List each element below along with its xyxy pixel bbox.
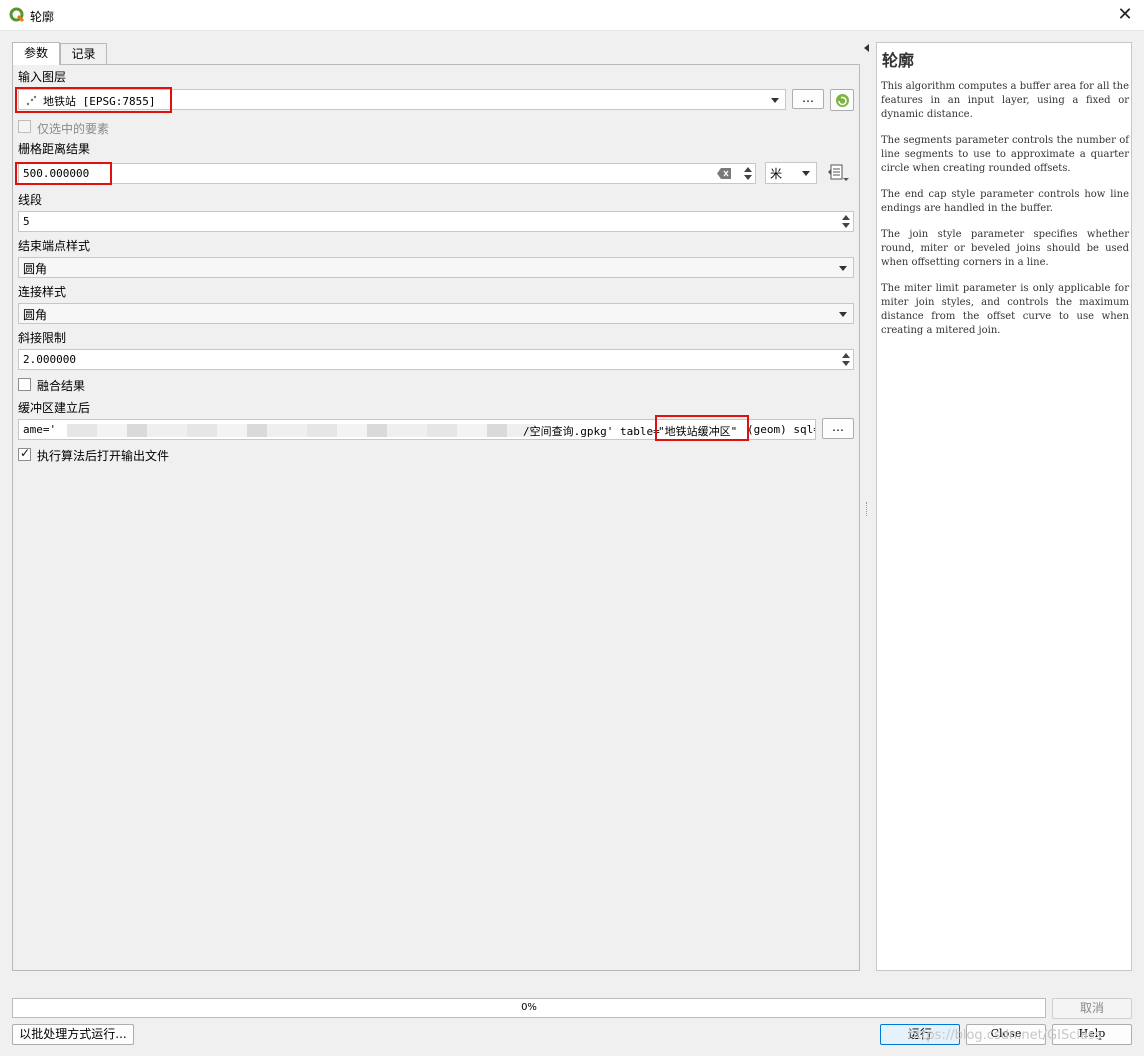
help-paragraph: The miter limit parameter is only applic… [881, 283, 1129, 336]
segments-spinner[interactable] [839, 213, 852, 230]
output-path-suffix: (geom) sql= [747, 423, 816, 436]
output-path-middle: /空间查询.gpkg' table= [523, 425, 660, 438]
segments-label: 线段 [18, 193, 43, 207]
checkmark-icon: ✓ [20, 446, 31, 460]
tab-log[interactable]: 记录 [60, 43, 107, 64]
end-cap-label: 结束端点样式 [18, 239, 91, 253]
input-layer-browse-button[interactable]: … [792, 89, 824, 109]
data-defined-override-icon[interactable] [827, 163, 851, 183]
qgis-logo-icon [9, 7, 25, 23]
splitter-handle[interactable] [866, 502, 868, 516]
highlight-box [15, 162, 112, 185]
chevron-down-icon [839, 266, 847, 271]
help-paragraph: This algorithm computes a buffer area fo… [881, 81, 1129, 120]
join-style-combo[interactable]: 圆角 [18, 303, 854, 324]
dissolve-checkbox[interactable] [18, 378, 31, 391]
miter-limit-value: 2.000000 [23, 353, 76, 366]
output-path-prefix: ame=' [23, 423, 57, 436]
help-paragraph: The segments parameter controls the numb… [881, 135, 1129, 174]
close-icon[interactable]: ✕ [1112, 2, 1138, 28]
highlight-box [15, 87, 172, 113]
dissolve-label: 融合结果 [37, 379, 86, 393]
join-style-label: 连接样式 [18, 285, 67, 299]
distance-unit-combo[interactable]: 米 [765, 162, 817, 184]
chevron-down-icon [839, 312, 847, 317]
run-as-batch-button[interactable]: 以批处理方式运行... [12, 1024, 134, 1045]
progress-text: 0% [521, 1002, 537, 1013]
selected-only-checkbox[interactable] [18, 120, 31, 133]
help-paragraph: The end cap style parameter controls how… [881, 189, 1129, 214]
output-browse-button[interactable]: … [822, 418, 854, 439]
collapse-help-icon[interactable] [864, 44, 869, 52]
distance-label: 栅格距离结果 [18, 142, 91, 156]
iterate-button[interactable] [830, 89, 854, 111]
end-cap-combo[interactable]: 圆角 [18, 257, 854, 278]
refresh-icon [836, 94, 849, 107]
help-paragraph: The join style parameter specifies wheth… [881, 229, 1129, 268]
miter-limit-input[interactable]: 2.000000 [18, 349, 854, 370]
parameters-panel [12, 64, 860, 971]
chevron-down-icon [802, 171, 810, 176]
distance-unit-value: 米 [770, 167, 783, 181]
title-bar: 轮廓 ✕ [0, 0, 1144, 31]
end-cap-value: 圆角 [23, 262, 48, 276]
open-output-checkbox[interactable]: ✓ [18, 446, 31, 461]
segments-value: 5 [23, 215, 30, 228]
chevron-down-icon [771, 98, 779, 103]
distance-input[interactable]: 500.000000 [18, 163, 756, 184]
tab-parameters[interactable]: 参数 [12, 42, 60, 65]
distance-spinner[interactable] [741, 165, 754, 182]
miter-limit-label: 斜接限制 [18, 331, 67, 345]
input-layer-label: 输入图层 [18, 70, 67, 84]
open-output-label: 执行算法后打开输出文件 [37, 449, 170, 463]
selected-only-label: 仅选中的要素 [37, 122, 110, 136]
highlight-box [655, 415, 749, 441]
output-label: 缓冲区建立后 [18, 401, 91, 415]
help-panel: 轮廓 This algorithm computes a buffer area… [876, 42, 1132, 971]
window-title: 轮廓 [30, 10, 55, 24]
watermark: https://blog.csdn.net/GISclass [908, 1028, 1102, 1043]
help-body: This algorithm computes a buffer area fo… [881, 80, 1129, 350]
help-title: 轮廓 [882, 51, 915, 70]
join-style-value: 圆角 [23, 308, 48, 322]
cancel-button[interactable]: 取消 [1052, 998, 1132, 1019]
segments-input[interactable]: 5 [18, 211, 854, 232]
progress-bar: 0% [12, 998, 1046, 1018]
redacted-path [67, 424, 535, 437]
miter-limit-spinner[interactable] [839, 351, 852, 368]
clear-icon[interactable] [717, 168, 731, 179]
